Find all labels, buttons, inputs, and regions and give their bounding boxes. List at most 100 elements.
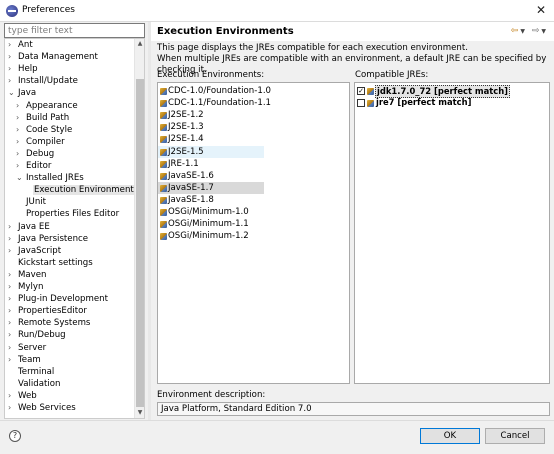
tree-item[interactable]: Terminal [8, 366, 55, 378]
chevron-down-icon[interactable]: ⌄ [16, 172, 25, 184]
tree-item-label: Install/Update [18, 76, 78, 87]
pane-splitter[interactable] [148, 22, 151, 420]
environment-item[interactable]: J2SE-1.4 [158, 133, 264, 145]
tree-item[interactable]: Execution Environments [24, 184, 140, 196]
filter-input[interactable] [4, 23, 145, 38]
tree-item[interactable]: › Ant [8, 39, 34, 51]
chevron-right-icon[interactable]: › [16, 160, 25, 172]
ok-button[interactable]: OK [420, 428, 480, 444]
tree-item[interactable]: Kickstart settings [8, 257, 94, 269]
chevron-right-icon[interactable]: › [8, 63, 17, 75]
tree-item-label: Installed JREs [26, 173, 84, 184]
environment-item[interactable]: J2SE-1.3 [158, 121, 264, 133]
chevron-right-icon[interactable]: › [8, 281, 17, 293]
environment-item[interactable]: OSGi/Minimum-1.0 [158, 206, 264, 218]
tree-item[interactable]: › Team [8, 354, 42, 366]
forward-icon[interactable]: ⇨ [532, 26, 542, 36]
chevron-right-icon[interactable]: › [8, 390, 17, 402]
tree-item[interactable]: JUnit [16, 196, 47, 208]
environment-item[interactable]: JavaSE-1.6 [158, 170, 264, 182]
chevron-right-icon[interactable]: › [8, 402, 17, 414]
tree-item[interactable]: › Web [8, 390, 38, 402]
tree-item[interactable]: › Editor [16, 160, 52, 172]
chevron-right-icon[interactable]: › [16, 100, 25, 112]
tree-item[interactable]: › Compiler [16, 136, 66, 148]
scroll-down-icon[interactable]: ▼ [135, 408, 144, 418]
tree-scrollbar[interactable]: ▲ ▼ [134, 39, 144, 418]
chevron-right-icon[interactable]: › [8, 305, 17, 317]
environment-label: JavaSE-1.8 [168, 194, 214, 205]
back-icon[interactable]: ⇦ [511, 26, 521, 36]
tree-item[interactable]: › Mylyn [8, 281, 44, 293]
scroll-thumb[interactable] [136, 79, 144, 407]
default-jre-checkbox[interactable]: ✓ [357, 87, 365, 95]
tree-item-label: Appearance [26, 100, 78, 111]
tree-item[interactable]: › Maven [8, 269, 48, 281]
chevron-right-icon[interactable]: › [8, 233, 17, 245]
environment-item[interactable]: JavaSE-1.7 [158, 181, 264, 194]
chevron-right-icon[interactable]: › [8, 75, 17, 87]
tree-item[interactable]: › Server [8, 342, 47, 354]
tree-item[interactable]: › Build Path [16, 112, 70, 124]
environment-label: OSGi/Minimum-1.1 [168, 219, 249, 230]
preference-tree[interactable]: › Web Services › Web Validation Terminal › Team… [4, 38, 145, 419]
chevron-right-icon[interactable]: › [16, 148, 25, 160]
environment-item[interactable]: J2SE-1.5 [158, 145, 264, 158]
chevron-right-icon[interactable]: › [8, 269, 17, 281]
tree-item-label: Execution Environments [33, 185, 140, 196]
close-icon[interactable]: ✕ [536, 3, 546, 17]
back-menu-icon[interactable]: ▼ [520, 28, 527, 35]
scroll-up-icon[interactable]: ▲ [135, 39, 144, 49]
tree-item[interactable]: ⌄ Java [8, 87, 37, 99]
chevron-right-icon[interactable]: › [8, 293, 17, 305]
jre-item[interactable]: ✓ jdk1.7.0_72 [perfect match] [357, 85, 547, 98]
environment-item[interactable]: CDC-1.0/Foundation-1.0 [158, 85, 271, 97]
chevron-right-icon[interactable]: › [8, 39, 17, 51]
chevron-right-icon[interactable]: › [8, 354, 17, 366]
tree-item[interactable]: › Plug-in Development [8, 293, 109, 305]
compatible-jre-list[interactable]: ✓ jdk1.7.0_72 [perfect match] jre7 [perfec… [354, 82, 550, 384]
tree-item[interactable]: › Remote Systems [8, 317, 91, 329]
tree-item[interactable]: › JavaScript [8, 245, 62, 257]
tree-item[interactable]: › Web Services [8, 402, 77, 414]
environment-item[interactable]: JRE-1.1 [158, 158, 264, 170]
jre-item[interactable]: jre7 [perfect match] [357, 97, 547, 109]
tree-item[interactable]: › Debug [16, 148, 55, 160]
environment-item[interactable]: J2SE-1.2 [158, 109, 264, 121]
library-icon [160, 184, 167, 192]
chevron-down-icon[interactable]: ⌄ [8, 87, 17, 99]
library-icon [160, 100, 167, 108]
chevron-right-icon[interactable]: › [16, 136, 25, 148]
tree-item[interactable]: › Run/Debug [8, 329, 67, 341]
default-jre-checkbox[interactable] [357, 99, 365, 108]
tree-item[interactable]: › Java Persistence [8, 233, 89, 245]
tree-item[interactable]: › Data Management [8, 51, 99, 63]
chevron-right-icon[interactable]: › [8, 221, 17, 233]
cancel-button[interactable]: Cancel [485, 428, 545, 444]
chevron-right-icon[interactable]: › [8, 245, 17, 257]
environment-item[interactable]: CDC-1.1/Foundation-1.1 [158, 97, 271, 109]
forward-menu-icon[interactable]: ▼ [541, 28, 548, 35]
chevron-right-icon[interactable]: › [8, 329, 17, 341]
chevron-right-icon[interactable]: › [8, 342, 17, 354]
help-icon[interactable]: ? [9, 430, 21, 442]
chevron-right-icon[interactable]: › [16, 112, 25, 124]
tree-item[interactable]: › Code Style [16, 124, 73, 136]
environment-list[interactable]: CDC-1.0/Foundation-1.0 CDC-1.1/Foundation… [157, 82, 350, 384]
tree-item[interactable]: › PropertiesEditor [8, 305, 88, 317]
chevron-right-icon[interactable]: › [8, 317, 17, 329]
tree-item[interactable]: ⌄ Installed JREs [16, 172, 85, 184]
chevron-right-icon[interactable]: › [16, 124, 25, 136]
environment-item[interactable]: OSGi/Minimum-1.1 [158, 218, 264, 230]
environment-item[interactable]: OSGi/Minimum-1.2 [158, 230, 264, 242]
chevron-right-icon[interactable]: › [8, 51, 17, 63]
tree-item[interactable]: › Help [8, 63, 39, 75]
tree-item-label: Code Style [26, 124, 73, 135]
tree-item[interactable]: › Appearance [16, 100, 79, 112]
tree-item[interactable]: › Install/Update [8, 75, 79, 87]
tree-item[interactable]: Properties Files Editor [16, 208, 120, 220]
tree-item[interactable]: › Java EE [8, 221, 51, 233]
tree-item-label: Server [18, 342, 47, 353]
environment-item[interactable]: JavaSE-1.8 [158, 194, 264, 206]
tree-item[interactable]: Validation [8, 378, 61, 390]
